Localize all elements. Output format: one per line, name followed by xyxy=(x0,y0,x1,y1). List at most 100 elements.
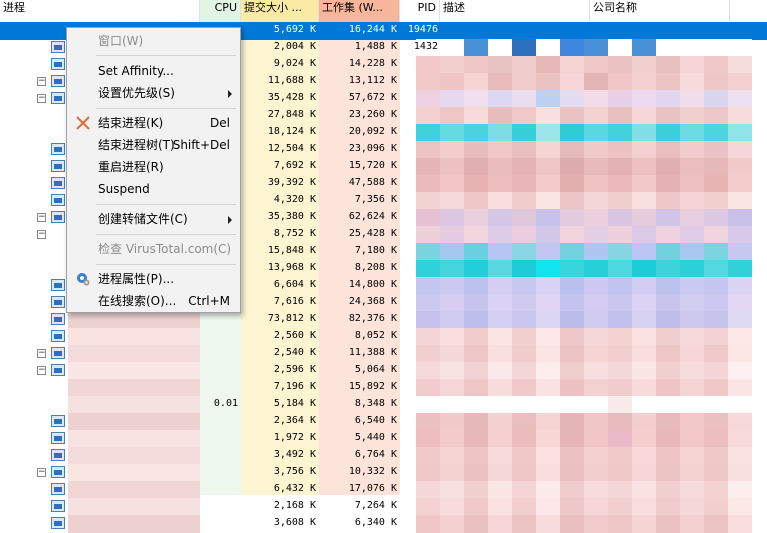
pixelated-cell xyxy=(704,498,728,516)
pixelated-cell xyxy=(464,294,488,312)
pixelated-cell xyxy=(488,294,512,312)
table-row[interactable]: 3,608 K 6,340 K xyxy=(0,515,767,533)
commit-size-value: 7,692 K xyxy=(273,160,316,171)
menu-item-kill-tree[interactable]: 结束进程树(T) Shift+Del xyxy=(67,134,240,156)
working-set-value: 8,208 K xyxy=(354,262,397,273)
process-window-icon xyxy=(51,483,65,495)
table-row[interactable]: − 2,540 K 11,388 K xyxy=(0,345,767,363)
pixelated-cell xyxy=(632,107,656,125)
pixelated-cell xyxy=(632,209,656,227)
pixelated-cell xyxy=(608,430,632,448)
header-process[interactable]: 进程 xyxy=(0,0,200,22)
pixelated-cell xyxy=(488,413,512,431)
commit-size-value: 2,560 K xyxy=(273,330,316,341)
table-row[interactable]: 2,364 K 6,540 K xyxy=(0,413,767,431)
pixelated-cell xyxy=(656,515,680,533)
header-description[interactable]: 描述 xyxy=(440,0,590,22)
pixelated-cell xyxy=(728,175,752,193)
pixelated-cell xyxy=(584,277,608,295)
pixelated-cell xyxy=(656,498,680,516)
collapse-toggle-icon[interactable]: − xyxy=(37,94,46,103)
pixelated-cell xyxy=(728,379,752,397)
pid-value xyxy=(400,430,438,448)
pixelated-cell xyxy=(464,141,488,159)
pixelated-cell xyxy=(632,39,656,57)
header-cpu[interactable]: CPU xyxy=(200,0,241,22)
table-row[interactable]: 1,972 K 5,440 K xyxy=(0,430,767,448)
pixelated-cell xyxy=(512,481,536,499)
pixelated-cell xyxy=(704,481,728,499)
table-row[interactable]: 73,812 K 82,376 K xyxy=(0,311,767,329)
pixelated-cell xyxy=(704,277,728,295)
pixelated-cell xyxy=(608,498,632,516)
menu-item-set-affinity[interactable]: Set Affinity... xyxy=(67,60,240,82)
commit-size-value: 2,168 K xyxy=(273,500,316,511)
collapse-toggle-icon[interactable]: − xyxy=(37,468,46,477)
table-row[interactable]: 2,560 K 8,052 K xyxy=(0,328,767,346)
table-row[interactable]: − 3,756 K 10,332 K xyxy=(0,464,767,482)
header-working-set[interactable]: 工作集 (W... xyxy=(319,0,400,22)
menu-separator xyxy=(96,264,236,265)
collapse-toggle-icon[interactable]: − xyxy=(37,213,46,222)
context-menu: 窗口(W) Set Affinity... 设置优先级(S) 结束进程(K) De… xyxy=(66,27,241,313)
menu-item-create-dump[interactable]: 创建转储文件(C) xyxy=(67,208,240,230)
pid-value xyxy=(400,515,438,533)
pixelated-cell xyxy=(464,498,488,516)
menu-item-kill-process[interactable]: 结束进程(K) Del xyxy=(67,112,240,134)
header-commit-size[interactable]: 提交大小 ... xyxy=(241,0,319,22)
working-set-value: 7,264 K xyxy=(354,500,397,511)
commit-size-value: 15,848 K xyxy=(267,245,316,256)
collapse-toggle-icon[interactable]: − xyxy=(37,366,46,375)
collapse-toggle-icon[interactable]: − xyxy=(37,77,46,86)
pixelated-cell xyxy=(656,209,680,227)
collapse-toggle-icon[interactable]: − xyxy=(37,349,46,358)
table-row[interactable]: 7,196 K 15,892 K xyxy=(0,379,767,397)
pixelated-cell xyxy=(704,311,728,329)
menu-item-search-online[interactable]: 在线搜索(O)... Ctrl+M xyxy=(67,290,240,312)
table-row[interactable]: − 2,596 K 5,064 K xyxy=(0,362,767,380)
pixelated-cell xyxy=(584,379,608,397)
pixelated-cell xyxy=(704,515,728,533)
pixelated-cell xyxy=(512,124,536,142)
table-row[interactable]: 2,168 K 7,264 K xyxy=(0,498,767,516)
pid-value: 1432 xyxy=(413,41,438,52)
process-window-icon xyxy=(51,347,65,359)
header-company[interactable]: 公司名称 xyxy=(590,0,730,22)
pixelated-cell xyxy=(584,328,608,346)
menu-item-set-priority[interactable]: 设置优先级(S) xyxy=(67,82,240,104)
header-pid[interactable]: PID xyxy=(400,0,440,22)
pid-value xyxy=(400,175,438,193)
menu-item-properties[interactable]: 进程属性(P)... xyxy=(67,268,240,290)
pixelated-cell xyxy=(704,413,728,431)
pixelated-cell xyxy=(584,311,608,329)
menu-item-restart[interactable]: 重启进程(R) xyxy=(67,156,240,178)
pixelated-cell xyxy=(512,464,536,482)
pixelated-cell xyxy=(560,158,584,176)
menu-item-suspend[interactable]: Suspend xyxy=(67,178,240,200)
pixelated-cell xyxy=(512,260,536,278)
table-row[interactable]: 6,432 K 17,076 K xyxy=(0,481,767,499)
pixelated-cell xyxy=(440,260,464,278)
pixelated-cell xyxy=(680,362,704,380)
cpu-value xyxy=(200,362,238,380)
pixelated-cell xyxy=(536,345,560,363)
pixelated-cell xyxy=(608,294,632,312)
process-window-icon xyxy=(51,500,65,512)
pixelated-cell xyxy=(632,294,656,312)
pixelated-cell xyxy=(608,328,632,346)
pixelated-cell xyxy=(728,192,752,210)
pixelated-cell xyxy=(728,90,752,108)
cpu-value xyxy=(200,328,238,346)
table-row[interactable]: 3,492 K 6,764 K xyxy=(0,447,767,465)
collapse-toggle-icon[interactable]: − xyxy=(37,230,46,239)
working-set-value: 6,340 K xyxy=(354,517,397,528)
commit-size-value: 4,320 K xyxy=(273,194,316,205)
pixelated-cell xyxy=(608,124,632,142)
pixelated-cell xyxy=(512,243,536,261)
pixelated-cell xyxy=(560,447,584,465)
pixelated-cell xyxy=(512,56,536,74)
working-set-value: 10,332 K xyxy=(348,466,397,477)
pixelated-cell xyxy=(704,192,728,210)
working-set-value: 7,180 K xyxy=(354,245,397,256)
table-row[interactable]: 0.01 5,184 K 8,348 K xyxy=(0,396,767,414)
